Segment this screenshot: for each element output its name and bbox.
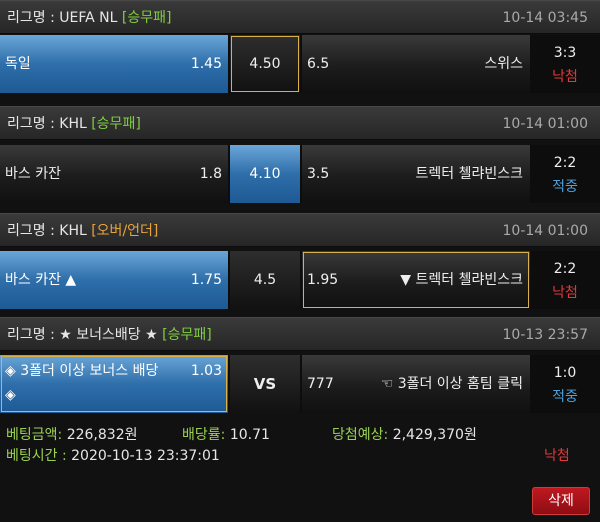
bet-type-tag: [승무패] [91, 116, 141, 132]
odds-rate-label: 배당률: [182, 427, 226, 443]
away-odds: 777 [307, 376, 334, 392]
home-option[interactable]: 바스 카잔 ▲ 1.75 [0, 251, 228, 309]
away-odds: 6.5 [307, 56, 330, 72]
expected-win-label: 당첨예상: [332, 427, 389, 443]
result-cell: 1:0 적중 [530, 355, 600, 413]
match-score: 2:2 [553, 155, 577, 171]
home-odds: 1.75 [190, 272, 222, 288]
match-score: 1:0 [553, 365, 577, 381]
result-status: 낙첨 [552, 285, 578, 301]
result-status: 낙첨 [552, 69, 578, 85]
league-name: 리그명 : UEFA NL [7, 10, 118, 26]
expected-win: 2,429,370원 [392, 427, 477, 443]
away-option[interactable]: 1.95 ▼ 트렉터 첼랴빈스크 [302, 251, 530, 309]
bet-type-tag: [승무패] [121, 10, 172, 26]
draw-option[interactable]: 4.10 [230, 145, 300, 203]
result-status: 적중 [552, 389, 578, 405]
bet-row: 바스 카잔 ▲ 1.75 4.5 1.95 ▼ 트렉터 첼랴빈스크 2:2 낙첨 [0, 251, 600, 309]
draw-option[interactable]: 4.50 [230, 35, 300, 93]
home-team: ◈ 3폴더 이상 보너스 배당 [5, 363, 159, 379]
away-option[interactable]: 3.5 트렉터 첼랴빈스크 [302, 145, 530, 203]
bet-header: 리그명 : UEFA NL [승무패] 10-14 03:45 [0, 0, 600, 34]
bet-amount-label: 베팅금액: [6, 427, 63, 443]
bet-row: 독일 1.45 4.50 6.5 스위스 3:3 낙첨 [0, 35, 600, 93]
bet-type-tag: [승무패] [162, 327, 212, 343]
home-odds: 1.45 [190, 56, 222, 72]
home-option[interactable]: 바스 카잔 1.8 [0, 145, 228, 203]
home-team: 독일 [5, 56, 31, 72]
home-odds: 1.03 [190, 363, 222, 379]
league-name: 리그명 : ★ 보너스배당 ★ [7, 327, 158, 343]
result-status: 적중 [552, 179, 578, 195]
match-score: 3:3 [553, 45, 577, 61]
bet-summary: 베팅금액: 226,832원 배당률: 10.71 당첨예상: 2,429,37… [0, 414, 600, 522]
home-option[interactable]: 독일 1.45 [0, 35, 228, 93]
delete-button[interactable]: 삭제 [532, 487, 590, 515]
result-cell: 2:2 낙첨 [530, 251, 600, 309]
bet-row: 바스 카잔 1.8 4.10 3.5 트렉터 첼랴빈스크 2:2 적중 [0, 145, 600, 203]
away-odds: 1.95 [307, 272, 339, 288]
match-time: 10-13 23:57 [502, 327, 588, 343]
league-name: 리그명 : KHL [7, 223, 87, 239]
bet-header: 리그명 : ★ 보너스배당 ★ [승무패] 10-13 23:57 [0, 317, 600, 351]
league-name: 리그명 : KHL [7, 116, 87, 132]
away-odds: 3.5 [307, 166, 330, 182]
match-score: 2:2 [553, 261, 577, 277]
away-team: ▼ 트렉터 첼랴빈스크 [400, 272, 523, 288]
bet-amount: 226,832원 [66, 427, 138, 443]
bet-time: 2020-10-13 23:37:01 [71, 448, 220, 464]
home-team-line2: ◈ [5, 387, 16, 403]
home-option[interactable]: ◈ 3폴더 이상 보너스 배당 ◈ 1.03 [0, 355, 228, 413]
away-option[interactable]: 6.5 스위스 [302, 35, 530, 93]
bet-header: 리그명 : KHL [오버/언더] 10-14 01:00 [0, 213, 600, 247]
overall-result: 낙첨 [544, 448, 570, 464]
bet-time-label: 베팅시간 : [6, 448, 67, 464]
match-time: 10-14 03:45 [502, 10, 588, 26]
away-team: 트렉터 첼랴빈스크 [415, 166, 524, 182]
line-value: 4.5 [230, 251, 300, 309]
home-team: 바스 카잔 [5, 166, 61, 182]
result-cell: 2:2 적중 [530, 145, 600, 203]
away-team: ☜ 3폴더 이상 홈팀 클릭 [380, 376, 523, 392]
away-team: 스위스 [484, 56, 523, 72]
bet-row: ◈ 3폴더 이상 보너스 배당 ◈ 1.03 VS 777 ☜ 3폴더 이상 홈… [0, 355, 600, 413]
bet-header: 리그명 : KHL [승무패] 10-14 01:00 [0, 106, 600, 140]
vs-label: VS [230, 355, 300, 413]
result-cell: 3:3 낙첨 [530, 35, 600, 93]
home-team: 바스 카잔 ▲ [5, 272, 77, 288]
bet-type-tag: [오버/언더] [91, 223, 159, 239]
away-option[interactable]: 777 ☜ 3폴더 이상 홈팀 클릭 [302, 355, 530, 413]
match-time: 10-14 01:00 [502, 116, 588, 132]
match-time: 10-14 01:00 [502, 223, 588, 239]
home-odds: 1.8 [199, 166, 222, 182]
odds-rate: 10.71 [229, 427, 270, 443]
